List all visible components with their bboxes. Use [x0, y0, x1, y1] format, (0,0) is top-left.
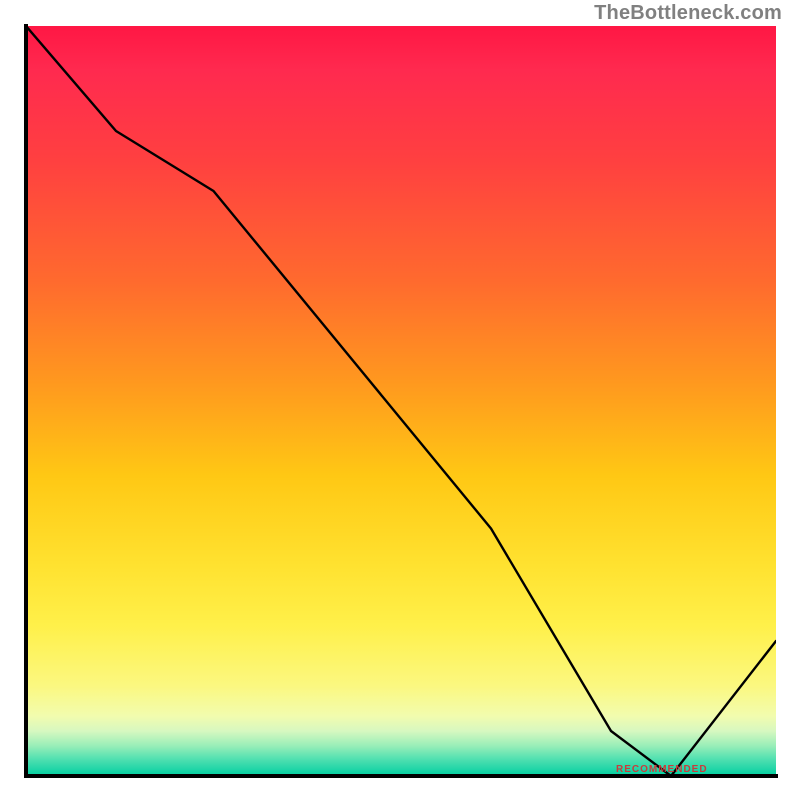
x-axis — [24, 774, 778, 778]
y-axis — [24, 24, 28, 778]
watermark-text: TheBottleneck.com — [594, 2, 782, 25]
bottleneck-curve — [26, 26, 776, 776]
